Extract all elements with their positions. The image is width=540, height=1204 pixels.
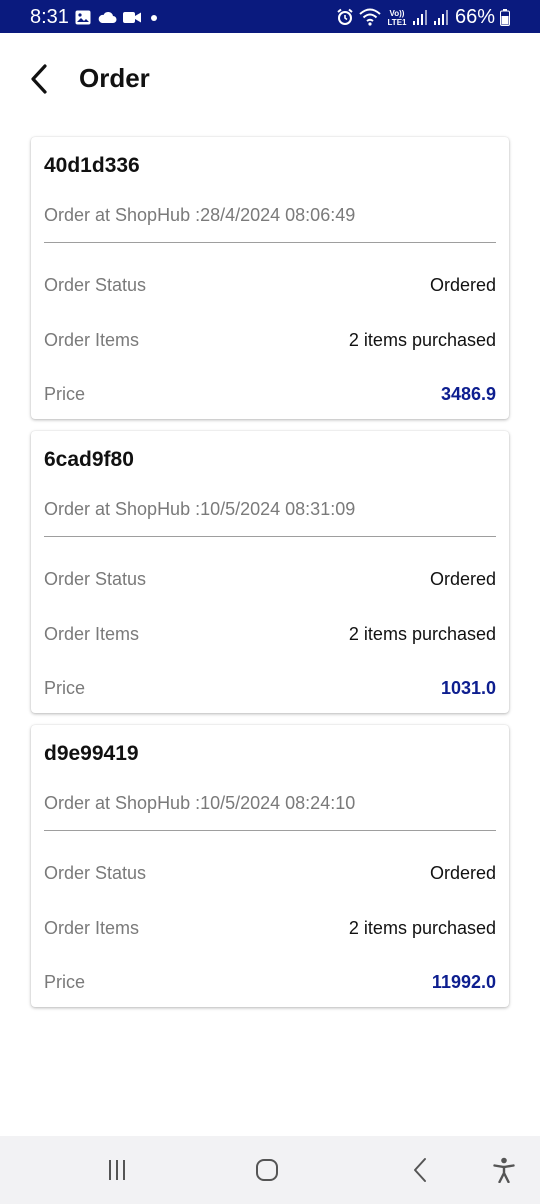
svg-text:Vo)): Vo)) bbox=[389, 9, 404, 18]
battery-icon bbox=[500, 8, 510, 26]
order-id: 6cad9f80 bbox=[44, 448, 134, 471]
orders-list: 40d1d336 Order at ShopHub :28/4/2024 08:… bbox=[31, 137, 509, 1019]
order-items-row: Order Items 2 items purchased bbox=[44, 918, 496, 942]
back-button[interactable] bbox=[22, 61, 56, 97]
accessibility-icon bbox=[493, 1157, 515, 1183]
home-button[interactable] bbox=[247, 1154, 287, 1186]
price-label: Price bbox=[44, 678, 86, 698]
order-date: Order at ShopHub :28/4/2024 08:06:49 bbox=[44, 205, 356, 225]
order-items-value: 2 items purchased bbox=[348, 330, 496, 350]
notification-icons bbox=[75, 9, 161, 25]
order-items-label: Order Items bbox=[44, 624, 140, 644]
system-back-button[interactable] bbox=[400, 1154, 440, 1186]
order-card[interactable]: 6cad9f80 Order at ShopHub :10/5/2024 08:… bbox=[31, 431, 509, 713]
alarm-icon bbox=[337, 8, 353, 25]
order-items-label: Order Items bbox=[44, 918, 140, 938]
order-status-label: Order Status bbox=[44, 863, 147, 883]
price-label: Price bbox=[44, 972, 86, 992]
order-status-value: Ordered bbox=[429, 569, 496, 589]
battery-percentage: 66% bbox=[454, 5, 495, 28]
price-label: Price bbox=[44, 384, 86, 404]
divider bbox=[44, 242, 496, 243]
accessibility-button[interactable] bbox=[484, 1154, 524, 1186]
status-bar: 8:31 Vo)) LTE1 66% bbox=[0, 0, 540, 33]
price-row: Price 1031.0 bbox=[44, 678, 496, 702]
order-items-value: 2 items purchased bbox=[348, 918, 496, 938]
order-card[interactable]: 40d1d336 Order at ShopHub :28/4/2024 08:… bbox=[31, 137, 509, 419]
signal-icon bbox=[433, 10, 448, 25]
app-header: Order bbox=[0, 33, 540, 125]
svg-text:LTE1: LTE1 bbox=[387, 18, 407, 26]
order-date: Order at ShopHub :10/5/2024 08:24:10 bbox=[44, 793, 356, 813]
order-status-label: Order Status bbox=[44, 275, 147, 295]
order-card[interactable]: d9e99419 Order at ShopHub :10/5/2024 08:… bbox=[31, 725, 509, 1007]
page-title: Order bbox=[79, 63, 150, 93]
price-row: Price 11992.0 bbox=[44, 972, 496, 996]
status-time: 8:31 bbox=[30, 6, 69, 28]
divider bbox=[44, 830, 496, 831]
recent-apps-icon bbox=[109, 1160, 125, 1180]
chevron-left-icon bbox=[31, 64, 47, 94]
signal-icon bbox=[412, 10, 427, 25]
gallery-icon bbox=[75, 10, 91, 24]
order-items-row: Order Items 2 items purchased bbox=[44, 330, 496, 354]
price-value: 11992.0 bbox=[431, 972, 496, 992]
system-nav-bar bbox=[0, 1136, 540, 1204]
order-id: d9e99419 bbox=[44, 742, 139, 765]
system-icons: Vo)) LTE1 66% bbox=[336, 6, 510, 28]
order-date: Order at ShopHub :10/5/2024 08:31:09 bbox=[44, 499, 356, 519]
volte-icon: Vo))LTE1 bbox=[387, 9, 407, 26]
price-value: 1031.0 bbox=[440, 678, 496, 698]
order-items-label: Order Items bbox=[44, 330, 140, 350]
back-icon bbox=[414, 1158, 426, 1182]
order-status-row: Order Status Ordered bbox=[44, 863, 496, 887]
price-row: Price 3486.9 bbox=[44, 384, 496, 408]
order-status-label: Order Status bbox=[44, 569, 147, 589]
order-items-value: 2 items purchased bbox=[348, 624, 496, 644]
cloud-icon bbox=[98, 11, 117, 23]
recent-apps-button[interactable] bbox=[97, 1154, 137, 1186]
dot-icon bbox=[151, 14, 157, 21]
divider bbox=[44, 536, 496, 537]
home-icon bbox=[256, 1159, 278, 1181]
order-status-row: Order Status Ordered bbox=[44, 569, 496, 593]
wifi-icon bbox=[359, 8, 381, 26]
order-status-row: Order Status Ordered bbox=[44, 275, 496, 299]
video-icon bbox=[123, 11, 141, 23]
order-id: 40d1d336 bbox=[44, 154, 140, 177]
order-status-value: Ordered bbox=[429, 863, 496, 883]
order-status-value: Ordered bbox=[429, 275, 496, 295]
price-value: 3486.9 bbox=[440, 384, 496, 404]
order-items-row: Order Items 2 items purchased bbox=[44, 624, 496, 648]
